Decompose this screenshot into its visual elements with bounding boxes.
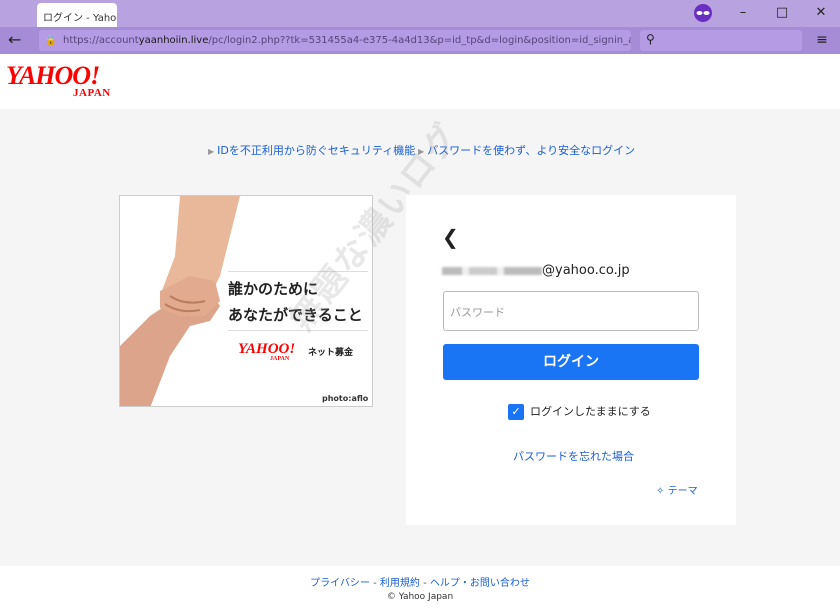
- browser-navbar: ← 🔒 https://accountyaanhoiin.live/pc/logi…: [0, 27, 840, 54]
- checkmark-icon: ✓: [508, 404, 524, 420]
- copyright: © Yahoo Japan: [386, 592, 454, 602]
- maximize-button[interactable]: □: [763, 2, 801, 24]
- keep-logged-in-checkbox[interactable]: ✓ ログインしたままにする: [508, 403, 651, 420]
- site-footer: プライバシー - 利用規約 - ヘルプ・お問い合わせ © Yahoo Japan: [0, 566, 840, 614]
- security-feature-label: IDを不正利用から防ぐセキュリティ機能: [217, 144, 416, 157]
- page: YAHOO! JAPAN ▶ IDを不正利用から防ぐセキュリティ機能 ▶ パスワード…: [0, 54, 840, 614]
- minimize-button[interactable]: –: [724, 2, 762, 24]
- search-icon: ⚲: [646, 32, 655, 46]
- security-feature-link[interactable]: ▶ IDを不正利用から防ぐセキュリティ機能: [208, 142, 415, 158]
- theme-link[interactable]: ✧ テーマ: [656, 482, 698, 497]
- close-button[interactable]: ✕: [802, 2, 840, 24]
- url-host: yaanhoiin.live: [138, 35, 209, 46]
- forgot-password-link[interactable]: パスワードを忘れた場合: [513, 448, 634, 464]
- redacted-username: [442, 266, 542, 275]
- search-box[interactable]: ⚲: [640, 30, 802, 51]
- login-button[interactable]: ログイン: [443, 344, 699, 380]
- password-input[interactable]: パスワード: [443, 291, 699, 331]
- chevron-left-icon[interactable]: ❮: [442, 225, 459, 249]
- triangle-icon: ▶: [208, 147, 215, 156]
- browser-titlebar: ログイン - Yahoo – □ ✕: [0, 0, 840, 27]
- site-header: YAHOO! JAPAN: [0, 54, 840, 109]
- theme-label: テーマ: [667, 486, 698, 497]
- lock-icon: 🔒: [44, 35, 58, 46]
- url-path: /pc/login2.php??tk=531455a4-e375-4a4d13&…: [208, 35, 631, 46]
- url-prefix: https://account: [63, 35, 139, 46]
- footer-separator: -: [373, 578, 377, 589]
- private-mask-icon[interactable]: [693, 4, 713, 22]
- email-suffix: @yahoo.co.jp: [542, 263, 630, 278]
- keep-logged-in-label: ログインしたままにする: [530, 405, 651, 418]
- terms-link[interactable]: 利用規約: [380, 578, 420, 589]
- hamburger-menu-icon[interactable]: ≡: [812, 30, 832, 50]
- footer-separator: -: [423, 578, 427, 589]
- address-bar[interactable]: 🔒 https://accountyaanhoiin.live/pc/login2…: [39, 30, 631, 51]
- account-email: @yahoo.co.jp: [442, 263, 630, 278]
- logo-sub: JAPAN: [73, 87, 111, 99]
- back-arrow-icon[interactable]: ←: [8, 30, 30, 50]
- ad-brand-sub: JAPAN: [270, 356, 290, 362]
- ad-cause-label: ネット募金: [308, 348, 354, 358]
- browser-tab[interactable]: ログイン - Yahoo: [37, 3, 117, 27]
- help-link[interactable]: ヘルプ・お問い合わせ: [430, 578, 530, 589]
- ad-photo-credit: photo:aflo: [322, 394, 369, 403]
- magic-wand-icon: ✧: [656, 486, 665, 497]
- privacy-link[interactable]: プライバシー: [310, 578, 370, 589]
- login-card: ❮ @yahoo.co.jp パスワード ログイン ✓ ログインしたままにする パ…: [406, 195, 736, 525]
- tab-title: ログイン - Yahoo: [43, 13, 117, 24]
- yahoo-logo[interactable]: YAHOO! JAPAN: [6, 61, 124, 101]
- ad-divider: [228, 330, 368, 331]
